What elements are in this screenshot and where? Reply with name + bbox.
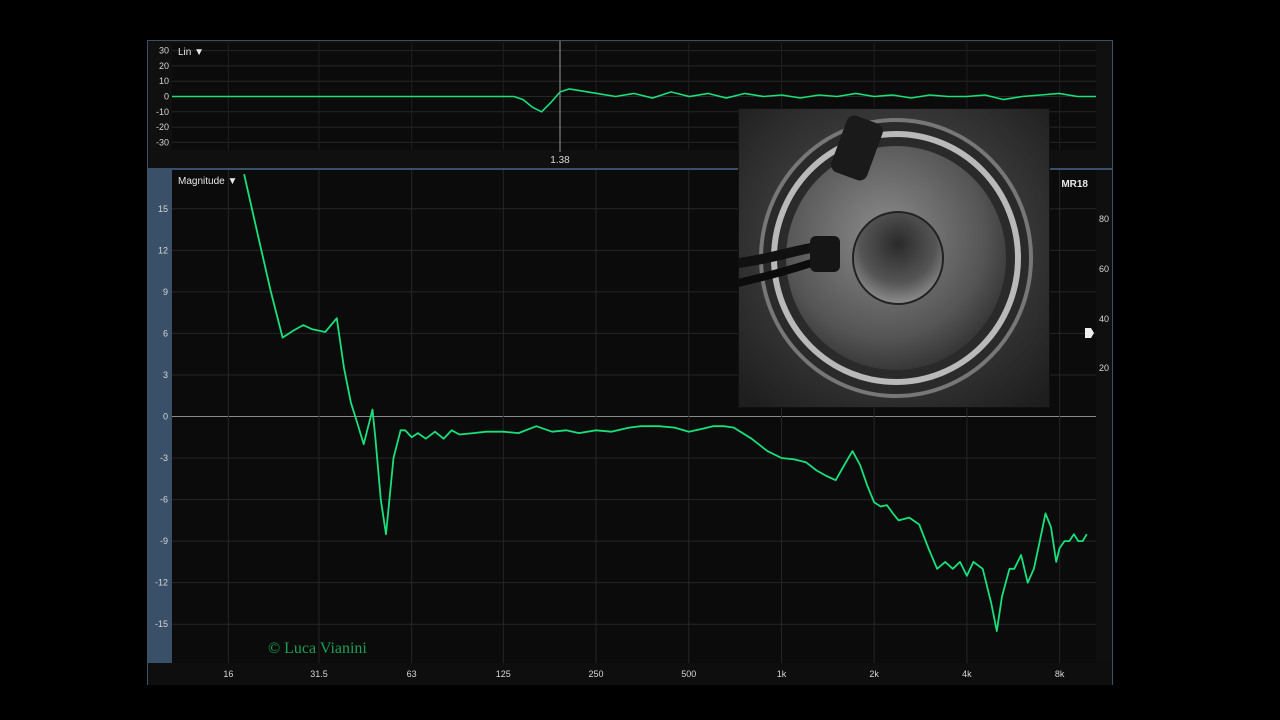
frequency-tick-label: 500 — [681, 669, 696, 679]
magnitude-y-tick-label: -9 — [160, 536, 168, 546]
right-scale-tick-label: 80 — [1099, 214, 1109, 224]
magnitude-y-tick-label: -6 — [160, 495, 168, 505]
frequency-tick-label: 250 — [589, 669, 604, 679]
impulse-mode-dropdown[interactable]: Lin ▼ — [178, 47, 204, 58]
magnitude-mode-dropdown[interactable]: Magnitude ▼ — [178, 176, 237, 187]
series-name-label: MR18 — [1061, 179, 1088, 190]
impulse-y-tick-label: 0 — [164, 92, 169, 102]
impulse-y-tick-label: 30 — [159, 46, 169, 56]
frequency-tick-label: 4k — [962, 669, 972, 679]
magnitude-y-tick-label: -15 — [155, 619, 168, 629]
frequency-tick-label: 1k — [777, 669, 787, 679]
impulse-y-tick-label: -20 — [156, 122, 169, 132]
cursor-time-label: 1.38 — [550, 155, 570, 166]
right-scale-tick-label: 40 — [1099, 314, 1109, 324]
frequency-tick-label: 8k — [1055, 669, 1065, 679]
analyzer-charts: 3020100-10-20-30 15129630-3-6-9-12-15 16… — [155, 41, 1109, 679]
frequency-tick-label: 31.5 — [310, 669, 328, 679]
magnitude-y-tick-label: 12 — [158, 245, 168, 255]
magnitude-y-tick-label: 0 — [163, 412, 168, 422]
speaker-photo — [738, 108, 1050, 408]
magnitude-y-tick-label: 6 — [163, 328, 168, 338]
magnitude-y-tick-label: 3 — [163, 370, 168, 380]
magnitude-y-tick-label: -3 — [160, 453, 168, 463]
magnitude-y-tick-label: -12 — [155, 578, 168, 588]
impulse-y-tick-label: -30 — [156, 137, 169, 147]
right-scale-tick-label: 20 — [1099, 363, 1109, 373]
magnitude-y-tick-label: 9 — [163, 287, 168, 297]
speaker-driver-image — [738, 108, 1050, 408]
frequency-tick-label: 2k — [869, 669, 879, 679]
impulse-y-tick-label: 20 — [159, 61, 169, 71]
right-scale-tick-label: 60 — [1099, 264, 1109, 274]
impulse-y-tick-label: 10 — [159, 76, 169, 86]
frequency-tick-label: 16 — [223, 669, 233, 679]
magnitude-y-tick-label: 15 — [158, 204, 168, 214]
impulse-y-tick-label: -10 — [156, 107, 169, 117]
copyright-watermark: © Luca Vianini — [268, 640, 367, 657]
level-marker-handle[interactable] — [1085, 328, 1094, 338]
frequency-tick-label: 125 — [496, 669, 511, 679]
frequency-tick-label: 63 — [407, 669, 417, 679]
